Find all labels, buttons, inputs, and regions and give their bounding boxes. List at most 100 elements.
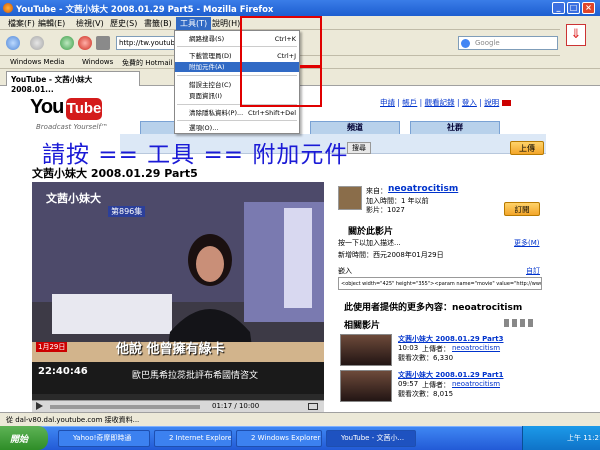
task-windows-explorer[interactable]: 2 Windows Explorer	[236, 430, 322, 447]
related-title-1[interactable]: 文茜小妹大 2008.01.29 Part3	[398, 334, 504, 344]
related-title-2[interactable]: 文茜小妹大 2008.01.29 Part1	[398, 370, 504, 380]
task-internet-explorer[interactable]: 2 Internet Explorer	[154, 430, 232, 447]
uploader-videos: 影片：1027	[366, 206, 405, 214]
home-icon[interactable]	[96, 36, 110, 50]
flag-icon[interactable]	[501, 100, 511, 106]
related-views-2: 觀看次數：8,015	[398, 390, 454, 398]
video-frame	[32, 182, 324, 394]
video-sidebar: 來自： neoatrocitism 加入時間：1 年以前 影片：1027 關於此…	[334, 182, 544, 410]
logo-you: You	[30, 96, 64, 118]
menu-item-shortcut: Ctrl+Shift+Del	[247, 109, 296, 117]
embed-custom-link[interactable]: 自訂	[526, 266, 540, 276]
menu-help[interactable]: 說明(H)	[208, 17, 244, 30]
system-tray: 上午 11:21	[522, 426, 600, 450]
related-views-1: 觀看次數：6,330	[398, 354, 454, 362]
related-uploader-1[interactable]: neoatrocitism	[452, 344, 500, 352]
window-title: YouTube - 文茜小妹大 2008.01.29 Part5 - Mozil…	[16, 5, 274, 15]
download-arrow-icon[interactable]: ⇓	[566, 24, 586, 46]
video-caption: 他說 他曾擁有綠卡	[116, 342, 225, 357]
task-yahoo-messenger[interactable]: Yahoo!奇摩即時通	[58, 430, 150, 447]
menu-item-label: 下載管理員(D)	[189, 52, 232, 60]
search-placeholder: Google	[475, 39, 500, 47]
menu-item-clear-private-data[interactable]: 清除隱私資料(P)... Ctrl+Shift+Del	[175, 108, 299, 118]
youtube-top-links: 申請 | 帳戶 | 觀看記錄 | 登入 | 說明	[380, 97, 511, 108]
back-icon[interactable]	[6, 36, 20, 50]
related-uploader-2[interactable]: neoatrocitism	[452, 380, 500, 388]
play-icon[interactable]	[36, 402, 43, 410]
menu-history[interactable]: 歷史(S)	[106, 17, 141, 30]
menu-item-label: 清除隱私資料(P)...	[189, 109, 244, 117]
uploader-from-label: 來自：	[366, 187, 387, 195]
toolbar-side-area: ⇓	[560, 16, 600, 56]
logo-tube: Tube	[66, 98, 102, 120]
menu-bookmarks[interactable]: 書籤(B)	[140, 17, 176, 30]
link-signup[interactable]: 申請	[380, 98, 395, 107]
related-thumb-1[interactable]	[340, 334, 392, 366]
youtube-logo[interactable]: You Tube Broadcast Yourself™	[30, 96, 108, 131]
close-button[interactable]: ×	[582, 2, 595, 14]
progress-bar[interactable]	[50, 405, 200, 409]
bookmark-hotmail[interactable]: 免費的 Hotmail	[122, 58, 173, 68]
forward-icon[interactable]	[30, 36, 44, 50]
tab-community[interactable]: 社群	[410, 121, 500, 134]
related-header[interactable]: 相關影片	[344, 318, 380, 331]
subscribe-button[interactable]: 訂閱	[504, 202, 540, 216]
link-login[interactable]: 登入	[462, 98, 477, 107]
menu-item-label: 頁面資訊(I)	[189, 92, 222, 100]
menu-item-label: 選項(O)...	[189, 124, 219, 132]
video-time: 01:17 / 10:00	[212, 402, 260, 410]
tab-label: YouTube - 文茜小妹大 2008.01...	[11, 75, 93, 94]
embed-code-input[interactable]: <object width="425" height="355"><param …	[338, 277, 542, 290]
task-firefox-youtube[interactable]: YouTube - 文茜小...	[326, 430, 416, 447]
window-title-bar[interactable]: YouTube - 文茜小妹大 2008.01.29 Part5 - Mozil…	[0, 0, 600, 16]
about-hint[interactable]: 按一下以加入描述...	[338, 238, 401, 248]
tab-youtube[interactable]: YouTube - 文茜小妹大 2008.01...	[6, 71, 140, 94]
video-clock: 22:40:46	[38, 366, 88, 377]
search-input[interactable]: Google	[458, 36, 558, 50]
video-episode: 第896集	[108, 206, 146, 217]
annotation-connector	[300, 65, 322, 68]
menu-item-options[interactable]: 選項(O)...	[175, 123, 299, 133]
google-icon	[461, 39, 470, 48]
reload-icon[interactable]	[60, 36, 74, 50]
tab-channels[interactable]: 頻道	[310, 121, 400, 134]
menu-item-label: 錯誤主控台(C)	[189, 81, 232, 89]
minimize-button[interactable]: _	[552, 2, 565, 14]
fullscreen-icon[interactable]	[308, 403, 318, 410]
link-account[interactable]: 帳戶	[402, 98, 417, 107]
link-history[interactable]: 觀看記錄	[425, 98, 455, 107]
video-player[interactable]: 文茜小妹大 第896集 1月29日 他說 他曾擁有綠卡 22:40:46 歐巴馬…	[32, 182, 324, 400]
embed-label: 嵌入	[338, 267, 352, 275]
related-duration-1: 10:03	[398, 344, 419, 352]
maximize-button[interactable]: □	[567, 2, 580, 14]
stop-icon[interactable]	[78, 36, 92, 50]
about-more-link[interactable]: 更多(M)	[514, 238, 540, 248]
tray-clock: 上午 11:21	[567, 434, 600, 442]
address-bar[interactable]: http://tw.youtube...	[116, 36, 186, 50]
link-help[interactable]: 說明	[484, 98, 499, 107]
menu-item-label: 附加元件(A)	[189, 63, 225, 71]
bookmark-windows[interactable]: Windows	[82, 58, 113, 66]
more-from-header[interactable]: 此使用者提供的更多內容：neoatrocitism	[344, 300, 522, 313]
video-controls: 01:17 / 10:00	[32, 400, 324, 412]
menu-edit[interactable]: 編輯(E)	[34, 17, 69, 30]
menu-tools[interactable]: 工具(T)	[176, 17, 212, 30]
status-bar: 從 dal-v80.dal.youtube.com 接收資料...	[0, 412, 600, 426]
upload-button[interactable]: 上傳	[510, 141, 544, 155]
bookmark-windows-media[interactable]: Windows Media	[10, 58, 65, 66]
annotation-highlight-box	[240, 16, 322, 107]
youtube-search-button[interactable]: 搜尋	[347, 142, 371, 154]
video-date: 1月29日	[36, 342, 68, 352]
related-thumb-2[interactable]	[340, 370, 392, 402]
start-button[interactable]: 開始	[0, 426, 48, 450]
uploader-avatar[interactable]	[338, 186, 362, 210]
about-added: 新增時間：西元2008年01月29日	[338, 251, 444, 259]
logo-tagline: Broadcast Yourself™	[36, 123, 108, 131]
menu-view[interactable]: 檢視(V)	[72, 17, 108, 30]
related-options-icon[interactable]	[504, 319, 534, 327]
uploader-name[interactable]: neoatrocitism	[388, 184, 458, 194]
video-ticker: 歐巴馬希拉蕊批評布希國情咨文	[132, 371, 259, 381]
status-text: 從 dal-v80.dal.youtube.com 接收資料...	[6, 416, 140, 424]
menu-item-label: 網路搜尋(S)	[189, 35, 225, 43]
related-duration-2: 09:57	[398, 380, 419, 388]
